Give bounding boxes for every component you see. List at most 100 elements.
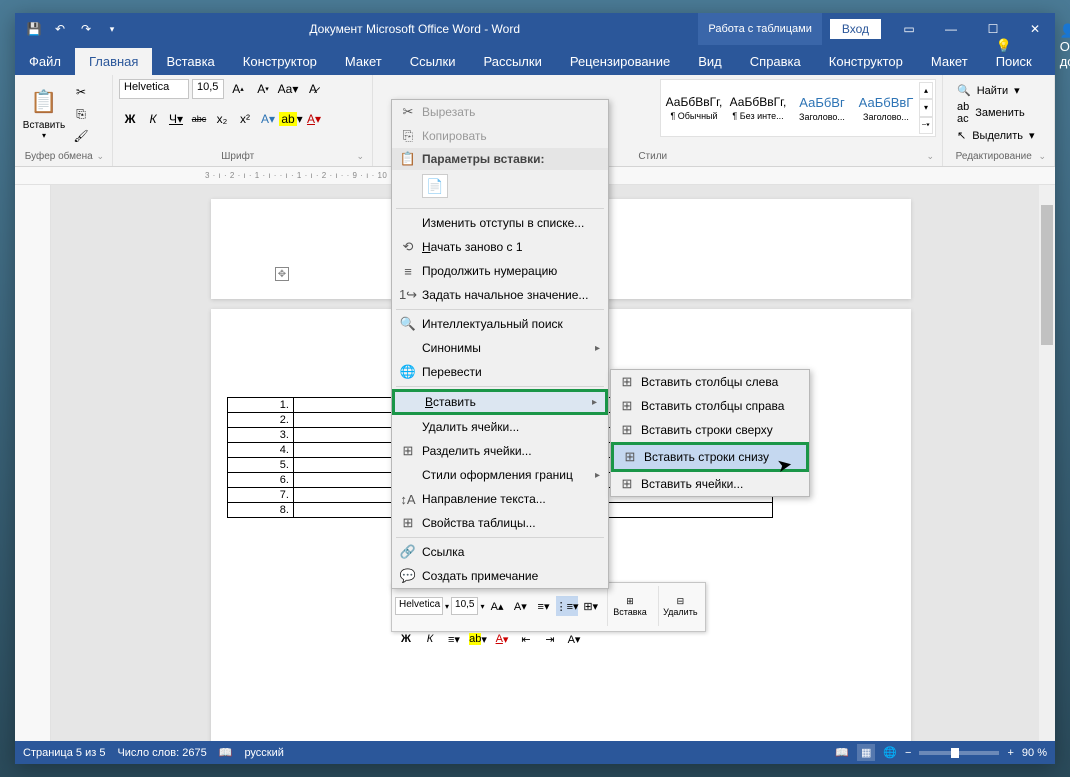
clear-format-icon[interactable]: A̷ [302, 79, 324, 99]
mini-bullets[interactable]: ≡▾ [533, 596, 554, 616]
sub-insert-cols-left[interactable]: ⊞Вставить столбцы слева [611, 370, 809, 394]
tab-mailings[interactable]: Рассылки [469, 48, 555, 75]
ctx-text-direction[interactable]: ↕AНаправление текста... [392, 487, 608, 511]
tab-table-design[interactable]: Конструктор [815, 48, 917, 75]
mini-bold[interactable]: Ж [395, 629, 417, 649]
status-language[interactable]: русский [244, 747, 283, 759]
zoom-slider[interactable] [919, 751, 999, 755]
mini-font-size[interactable]: 10,5 [451, 597, 478, 615]
status-page[interactable]: Страница 5 из 5 [23, 747, 105, 759]
tab-help[interactable]: Справка [736, 48, 815, 75]
format-painter-icon[interactable]: 🖌 [71, 127, 91, 145]
ctx-split-cells[interactable]: ⊞Разделить ячейки... [392, 439, 608, 463]
tab-insert[interactable]: Вставка [152, 48, 228, 75]
ctx-continue-numbering[interactable]: ≡Продолжить нумерацию [392, 259, 608, 283]
style-heading1[interactable]: АаБбВг Заголово... [791, 82, 853, 134]
font-name-select[interactable]: Helvetica [119, 79, 189, 99]
shrink-font-icon[interactable]: A▾ [252, 79, 274, 99]
ctx-delete-cells[interactable]: Удалить ячейки... [392, 415, 608, 439]
mini-delete-button[interactable]: ⊟Удалить [658, 586, 702, 626]
ctx-adjust-indents[interactable]: Изменить отступы в списке... [392, 211, 608, 235]
replace-button[interactable]: abacЗаменить [953, 100, 1039, 126]
tab-home[interactable]: Главная [75, 48, 152, 75]
sub-insert-rows-above[interactable]: ⊞Вставить строки сверху [611, 418, 809, 442]
redo-icon[interactable]: ↷ [75, 18, 97, 40]
status-word-count[interactable]: Число слов: 2675 [117, 747, 206, 759]
undo-icon[interactable]: ↶ [49, 18, 71, 40]
mini-highlight[interactable]: ab▾ [467, 629, 489, 649]
ctx-synonyms[interactable]: Синонимы▸ [392, 336, 608, 360]
mini-align[interactable]: ≡▾ [443, 629, 465, 649]
superscript-button[interactable]: x² [234, 109, 256, 129]
mini-indent-dec[interactable]: ⇤ [515, 629, 537, 649]
save-icon[interactable]: 💾 [23, 18, 45, 40]
tab-design[interactable]: Конструктор [229, 48, 331, 75]
ctx-restart-at-1[interactable]: ⟲Начать заново с 1 [392, 235, 608, 259]
ctx-smart-lookup[interactable]: 🔍Интеллектуальный поиск [392, 312, 608, 336]
ctx-new-comment[interactable]: 💬Создать примечание [392, 564, 608, 588]
bold-button[interactable]: Ж [119, 109, 141, 129]
ctx-border-styles[interactable]: Стили оформления границ▸ [392, 463, 608, 487]
minimize-button[interactable]: — [931, 13, 971, 45]
login-button[interactable]: Вход [830, 19, 881, 39]
styles-more-icon[interactable]: ⎯▾ [919, 117, 933, 134]
subscript-button[interactable]: x₂ [211, 109, 233, 129]
mini-indent-inc[interactable]: ⇥ [539, 629, 561, 649]
ribbon-options-icon[interactable]: ▭ [889, 13, 929, 45]
tab-references[interactable]: Ссылки [396, 48, 470, 75]
ctx-link[interactable]: 🔗Ссылка [392, 540, 608, 564]
mini-borders[interactable]: ⊞▾ [580, 596, 601, 616]
tab-table-layout[interactable]: Макет [917, 48, 982, 75]
change-case-icon[interactable]: Aa▾ [277, 79, 299, 99]
ctx-translate[interactable]: 🌐Перевести [392, 360, 608, 384]
strike-button[interactable]: abc [188, 109, 210, 129]
view-web-icon[interactable]: 🌐 [883, 746, 897, 759]
tab-share[interactable]: 👤 Общий доступ [1046, 17, 1070, 75]
mini-italic[interactable]: К [419, 629, 441, 649]
font-size-select[interactable]: 10,5 [192, 79, 224, 99]
status-proofing-icon[interactable]: 📖 [219, 746, 233, 759]
view-read-icon[interactable]: 📖 [835, 746, 849, 759]
styles-gallery[interactable]: АаБбВвГг, ¶ Обычный АаБбВвГг, ¶ Без инте… [660, 79, 936, 137]
mini-font-color[interactable]: A▾ [491, 629, 513, 649]
text-effects-icon[interactable]: A▾ [257, 109, 279, 129]
zoom-out-icon[interactable]: − [905, 747, 911, 759]
sub-insert-cols-right[interactable]: ⊞Вставить столбцы справа [611, 394, 809, 418]
vertical-scrollbar[interactable] [1039, 185, 1055, 741]
mini-styles[interactable]: A▾ [563, 629, 585, 649]
mini-numbering[interactable]: ⋮≡▾ [556, 596, 578, 616]
grow-font-icon[interactable]: A▴ [227, 79, 249, 99]
font-color-icon[interactable]: A▾ [303, 109, 325, 129]
ctx-cut[interactable]: ✂Вырезать [392, 100, 608, 124]
mini-grow-font[interactable]: A▴ [487, 596, 508, 616]
view-print-icon[interactable]: ▦ [857, 744, 875, 761]
italic-button[interactable]: К [142, 109, 164, 129]
cut-icon[interactable]: ✂ [71, 83, 91, 101]
paste-option-icon[interactable]: 📄 [422, 174, 448, 198]
ctx-insert[interactable]: Вставить▸ [392, 389, 608, 415]
find-button[interactable]: 🔍Найти ▾ [953, 83, 1039, 98]
tab-review[interactable]: Рецензирование [556, 48, 684, 75]
table-move-handle[interactable]: ✥ [275, 267, 289, 281]
qat-dropdown-icon[interactable]: ▾ [101, 18, 123, 40]
highlight-icon[interactable]: ab▾ [280, 109, 302, 129]
sub-insert-rows-below[interactable]: ⊞Вставить строки снизу [614, 445, 806, 469]
style-no-spacing[interactable]: АаБбВвГг, ¶ Без инте... [727, 82, 789, 134]
underline-button[interactable]: Ч▾ [165, 109, 187, 129]
select-button[interactable]: ↖Выделить ▾ [953, 128, 1039, 143]
ctx-set-value[interactable]: 1↪Задать начальное значение... [392, 283, 608, 307]
zoom-level[interactable]: 90 % [1022, 747, 1047, 759]
copy-icon[interactable]: ⎘ [71, 105, 91, 123]
tab-layout[interactable]: Макет [331, 48, 396, 75]
tab-search[interactable]: 💡 Поиск [982, 32, 1046, 75]
ctx-table-properties[interactable]: ⊞Свойства таблицы... [392, 511, 608, 535]
style-normal[interactable]: АаБбВвГг, ¶ Обычный [663, 82, 725, 134]
sub-insert-cells[interactable]: ⊞Вставить ячейки... [611, 472, 809, 496]
vertical-ruler[interactable] [15, 185, 51, 741]
style-heading2[interactable]: АаБбВвГ Заголово... [855, 82, 917, 134]
styles-scroll-up-icon[interactable]: ▴ [919, 82, 933, 99]
ctx-copy[interactable]: ⎘Копировать [392, 124, 608, 148]
mini-shrink-font[interactable]: A▾ [510, 596, 531, 616]
styles-scroll-down-icon[interactable]: ▾ [919, 99, 933, 116]
tab-file[interactable]: Файл [15, 48, 75, 75]
